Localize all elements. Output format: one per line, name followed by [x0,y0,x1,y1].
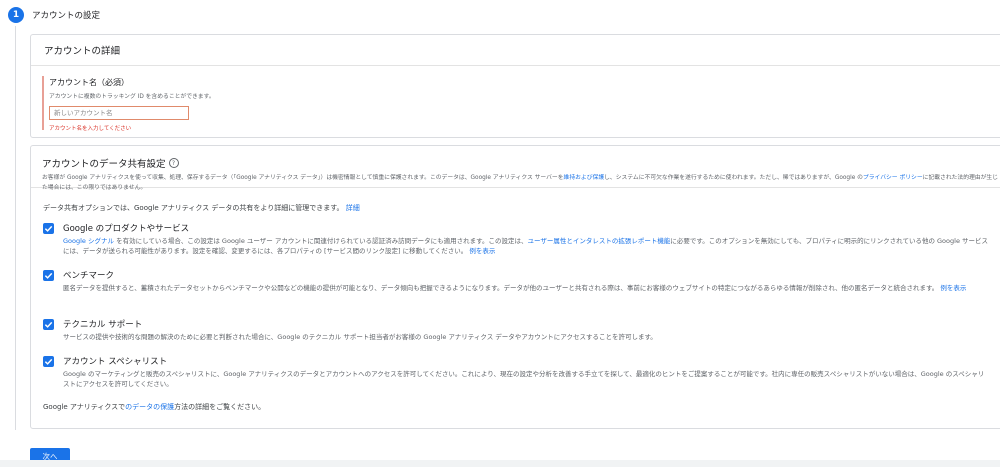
check-icon [44,272,53,279]
account-name-help: アカウントに複数のトラッキング ID を含めることができます。 [49,94,215,100]
maintain-protect-link[interactable]: 維持および保護 [564,175,605,181]
google-signals-link[interactable]: Google シグナル [63,237,114,245]
checkbox-account-specialist[interactable] [43,356,54,367]
step-header: 1 アカウントの設定 [8,6,100,24]
step-title: アカウントの設定 [32,11,101,21]
checkbox-technical-support[interactable] [43,319,54,330]
account-details-card: アカウントの詳細 アカウント名（必須） アカウントに複数のトラッキング ID を… [30,34,1000,138]
check-icon [44,225,53,232]
option-description: サービスの提供や技術的な問題の解決のために必要と判断された場合に、Google … [63,332,988,342]
checkbox-google-products[interactable] [43,223,54,234]
step-number-badge: 1 [8,7,24,23]
check-icon [44,358,53,365]
demographics-report-link[interactable]: ユーザー属性とインタレストの拡張レポート機能 [528,237,671,245]
data-protection-note: Google アナリティクスでのデータの保護方法の詳細をご覧ください。 [43,402,265,412]
option-description: 匿名データを提供すると、蓄積されたデータセットからベンチマークや公開などの機能の… [63,283,988,293]
data-sharing-card: アカウントのデータ共有設定 ? お客様が Google アナリティクスを使って収… [30,145,1000,429]
privacy-policy-link[interactable]: プライバシー ポリシー [863,175,923,181]
option-text: 匿名データを提供すると、蓄積されたデータセットからベンチマークや公開などの機能の… [63,284,939,292]
option-title: ベンチマーク [63,271,115,281]
help-circle-icon[interactable]: ? [168,158,179,168]
option-text: サービスの提供や技術的な問題の解決のために必要と判断された場合に、Google … [63,333,657,341]
account-details-header: アカウントの詳細 [31,35,1000,66]
account-name-label: アカウント名（必須） [49,78,129,87]
option-title: テクニカル サポート [63,320,143,330]
data-sharing-description: お客様が Google アナリティクスを使って収集、処理、保存するデータ（「Go… [42,173,1000,193]
option-text: Google のマーケティングと販売のスペシャリストに、Google アナリティ… [63,370,985,388]
show-example-link[interactable]: 例を表示 [469,247,495,255]
data-sharing-header: アカウントのデータ共有設定 ? お客様が Google アナリティクスを使って収… [31,146,1000,191]
account-name-input[interactable] [49,106,189,120]
sharing-intro-text: データ共有オプションでは、Google アナリティクス データの共有をより詳細に… [43,204,344,212]
check-icon [44,321,53,328]
data-sharing-title: アカウントのデータ共有設定 [42,159,166,170]
account-name-field: アカウント名（必須） アカウントに複数のトラッキング ID を含めることができま… [42,76,349,132]
desc-text-1: お客様が Google アナリティクスを使って収集、処理、保存するデータ（「Go… [42,175,564,181]
data-protection-link[interactable]: のデータの保護 [125,403,174,411]
bottom-bar [0,460,1000,467]
checkbox-benchmark[interactable] [43,270,54,281]
sharing-intro: データ共有オプションでは、Google アナリティクス データの共有をより詳細に… [43,203,360,213]
account-name-error: アカウント名を入力してください [49,126,132,132]
option-text: を有効にしている場合、この設定は Google ユーザー アカウントに関連付けら… [114,237,528,245]
learn-more-link[interactable]: 詳細 [346,204,360,212]
desc-text-2: し、システムに不可欠な作業を遂行するために使われます。ただし、稀ではありますが、… [604,175,863,181]
option-title: Google のプロダクトやサービス [63,224,190,234]
step-rail [15,26,16,430]
option-title: アカウント スペシャリスト [63,357,168,367]
option-description: Google のマーケティングと販売のスペシャリストに、Google アナリティ… [63,369,988,389]
note-prefix: Google アナリティクスで [43,403,126,411]
option-description: Google シグナル を有効にしている場合、この設定は Google ユーザー… [63,236,988,256]
note-suffix: 方法の詳細をご覧ください。 [174,403,266,411]
show-example-link[interactable]: 例を表示 [940,284,966,292]
